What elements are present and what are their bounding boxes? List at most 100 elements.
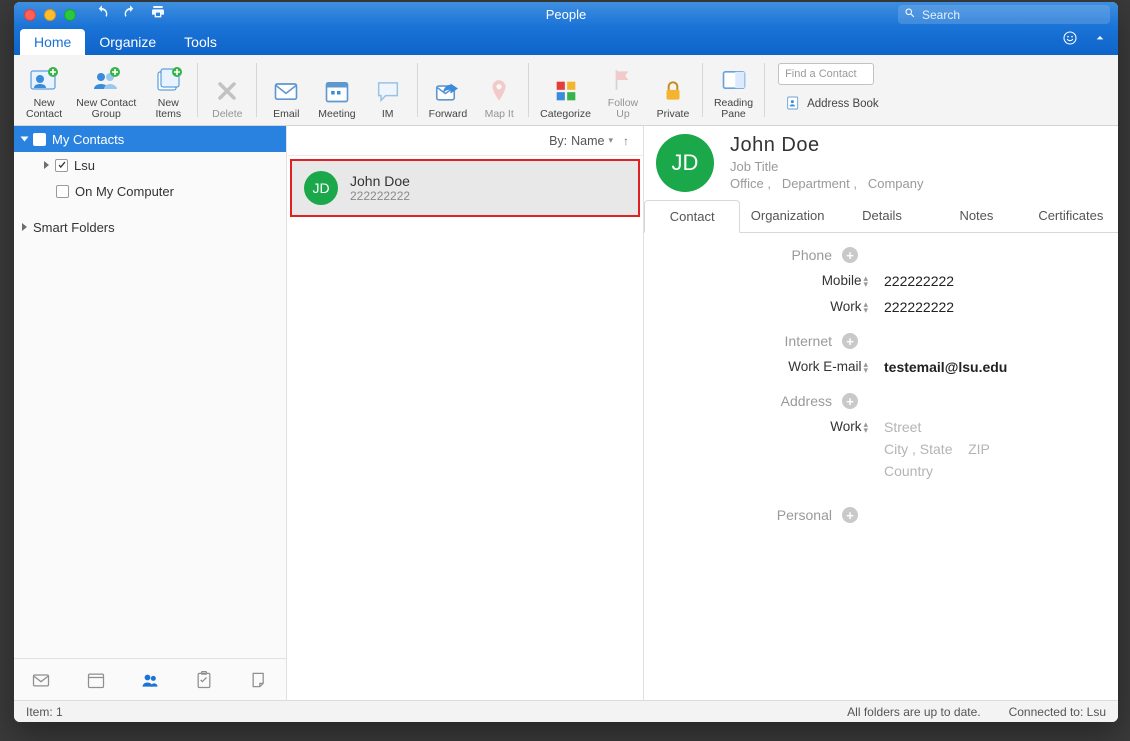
email-button[interactable]: Email: [262, 58, 310, 122]
tab-tools[interactable]: Tools: [170, 29, 231, 55]
list-sort-control[interactable]: By: Name ▾ ↑: [287, 126, 643, 156]
tab-home[interactable]: Home: [20, 29, 85, 55]
sort-prefix: By:: [549, 134, 567, 148]
new-items-button[interactable]: New Items: [144, 58, 192, 122]
checkbox[interactable]: [55, 159, 68, 172]
address-book-label: Address Book: [807, 98, 879, 110]
detail-name[interactable]: John Doe: [730, 134, 923, 157]
search-box[interactable]: [898, 5, 1110, 24]
disclosure-triangle-icon[interactable]: [44, 161, 49, 169]
notes-nav-icon[interactable]: [249, 670, 269, 690]
minimize-window-button[interactable]: [44, 9, 56, 21]
find-contact-input[interactable]: [778, 63, 874, 85]
address-book-icon: [785, 95, 801, 114]
tasks-nav-icon[interactable]: [194, 670, 214, 690]
new-contact-group-button[interactable]: New Contact Group: [70, 58, 142, 122]
forward-button[interactable]: Forward: [423, 58, 474, 122]
address-work-label[interactable]: Work: [830, 419, 861, 434]
address-city[interactable]: City: [884, 441, 908, 457]
reading-pane-button[interactable]: Reading Pane: [708, 58, 759, 122]
checkbox[interactable]: [56, 185, 69, 198]
address-zip[interactable]: ZIP: [968, 441, 990, 457]
phone-work-value[interactable]: 222222222: [884, 299, 954, 315]
undo-icon[interactable]: [94, 4, 110, 25]
redo-icon[interactable]: [122, 4, 138, 25]
feedback-icon[interactable]: [1062, 30, 1078, 51]
window-title: People: [546, 7, 586, 22]
collapse-ribbon-icon[interactable]: [1092, 30, 1108, 51]
tab-organize[interactable]: Organize: [85, 29, 170, 55]
flag-icon: [605, 62, 641, 98]
avatar: JD: [304, 171, 338, 205]
add-address-button[interactable]: +: [842, 393, 858, 409]
calendar-nav-icon[interactable]: [86, 670, 106, 690]
sidebar-item-my-contacts[interactable]: My Contacts: [14, 126, 286, 152]
delete-button[interactable]: Delete: [203, 58, 251, 122]
status-bar: Item: 1 All folders are up to date. Conn…: [14, 700, 1118, 722]
private-button[interactable]: Private: [649, 58, 697, 122]
search-input[interactable]: [922, 8, 1104, 22]
sidebar-item-smart-folders[interactable]: Smart Folders: [14, 214, 286, 240]
sidebar-item-lsu[interactable]: Lsu: [14, 152, 286, 178]
contact-row-subtitle: 222222222: [350, 189, 410, 203]
detail-tab-notes[interactable]: Notes: [929, 200, 1023, 232]
detail-tab-organization[interactable]: Organization: [740, 200, 834, 232]
disclosure-triangle-icon[interactable]: [22, 223, 27, 231]
address-country[interactable]: Country: [884, 463, 990, 479]
disclosure-triangle-icon[interactable]: [21, 137, 29, 142]
delete-icon: [209, 73, 245, 109]
map-it-button[interactable]: Map It: [475, 58, 523, 122]
address-state[interactable]: State: [920, 441, 953, 457]
new-contact-group-icon: [88, 62, 124, 98]
stepper-icon[interactable]: ▴▾: [863, 421, 868, 433]
new-items-icon: [150, 62, 186, 98]
stepper-icon[interactable]: ▴▾: [863, 361, 868, 373]
email-icon: [268, 73, 304, 109]
print-icon[interactable]: [150, 4, 166, 25]
nav-switcher: [14, 658, 286, 700]
categorize-button[interactable]: Categorize: [534, 58, 597, 122]
im-button[interactable]: IM: [364, 58, 412, 122]
contact-detail-pane: JD John Doe Job Title Office , Departmen…: [644, 126, 1118, 700]
section-phone-label: Phone: [792, 247, 832, 263]
contact-list: By: Name ▾ ↑ JD John Doe 222222222: [287, 126, 644, 700]
phone-mobile-label[interactable]: Mobile: [822, 273, 862, 288]
mail-nav-icon[interactable]: [31, 670, 51, 690]
sidebar: My Contacts Lsu On My Computer Smart Fol…: [14, 126, 287, 700]
follow-up-button[interactable]: Follow Up: [599, 58, 647, 122]
work-email-label[interactable]: Work E-mail: [788, 359, 861, 374]
sidebar-item-label: My Contacts: [52, 132, 124, 147]
phone-work-label[interactable]: Work: [830, 299, 861, 314]
checkbox[interactable]: [33, 133, 46, 146]
section-internet-label: Internet: [785, 333, 832, 349]
stepper-icon[interactable]: ▴▾: [863, 275, 868, 287]
phone-mobile-value[interactable]: 222222222: [884, 273, 954, 289]
detail-department[interactable]: Department: [782, 176, 850, 191]
detail-office[interactable]: Office: [730, 176, 764, 191]
add-phone-button[interactable]: +: [842, 247, 858, 263]
detail-tab-details[interactable]: Details: [835, 200, 929, 232]
meeting-button[interactable]: Meeting: [312, 58, 361, 122]
address-street[interactable]: Street: [884, 419, 990, 435]
detail-tab-certificates[interactable]: Certificates: [1024, 200, 1118, 232]
add-personal-button[interactable]: +: [842, 507, 858, 523]
close-window-button[interactable]: [24, 9, 36, 21]
sidebar-item-label: Lsu: [74, 158, 95, 173]
zoom-window-button[interactable]: [64, 9, 76, 21]
address-book-button[interactable]: Address Book: [778, 91, 886, 118]
contact-list-row[interactable]: JD John Doe 222222222: [290, 159, 640, 217]
sidebar-item-label: On My Computer: [75, 184, 174, 199]
work-email-value[interactable]: testemail@lsu.edu: [884, 359, 1007, 375]
sort-ascending-icon[interactable]: ↑: [623, 134, 629, 148]
sidebar-item-on-my-computer[interactable]: On My Computer: [14, 178, 286, 204]
detail-tabs: Contact Organization Details Notes Certi…: [644, 200, 1118, 233]
add-internet-button[interactable]: +: [842, 333, 858, 349]
new-contact-button[interactable]: New Contact: [20, 58, 68, 122]
section-address-label: Address: [781, 393, 832, 409]
stepper-icon[interactable]: ▴▾: [863, 301, 868, 313]
detail-job-title[interactable]: Job Title: [730, 159, 923, 174]
detail-tab-contact[interactable]: Contact: [644, 200, 740, 233]
people-nav-icon[interactable]: [140, 670, 160, 690]
categorize-icon: [548, 73, 584, 109]
detail-company[interactable]: Company: [868, 176, 924, 191]
